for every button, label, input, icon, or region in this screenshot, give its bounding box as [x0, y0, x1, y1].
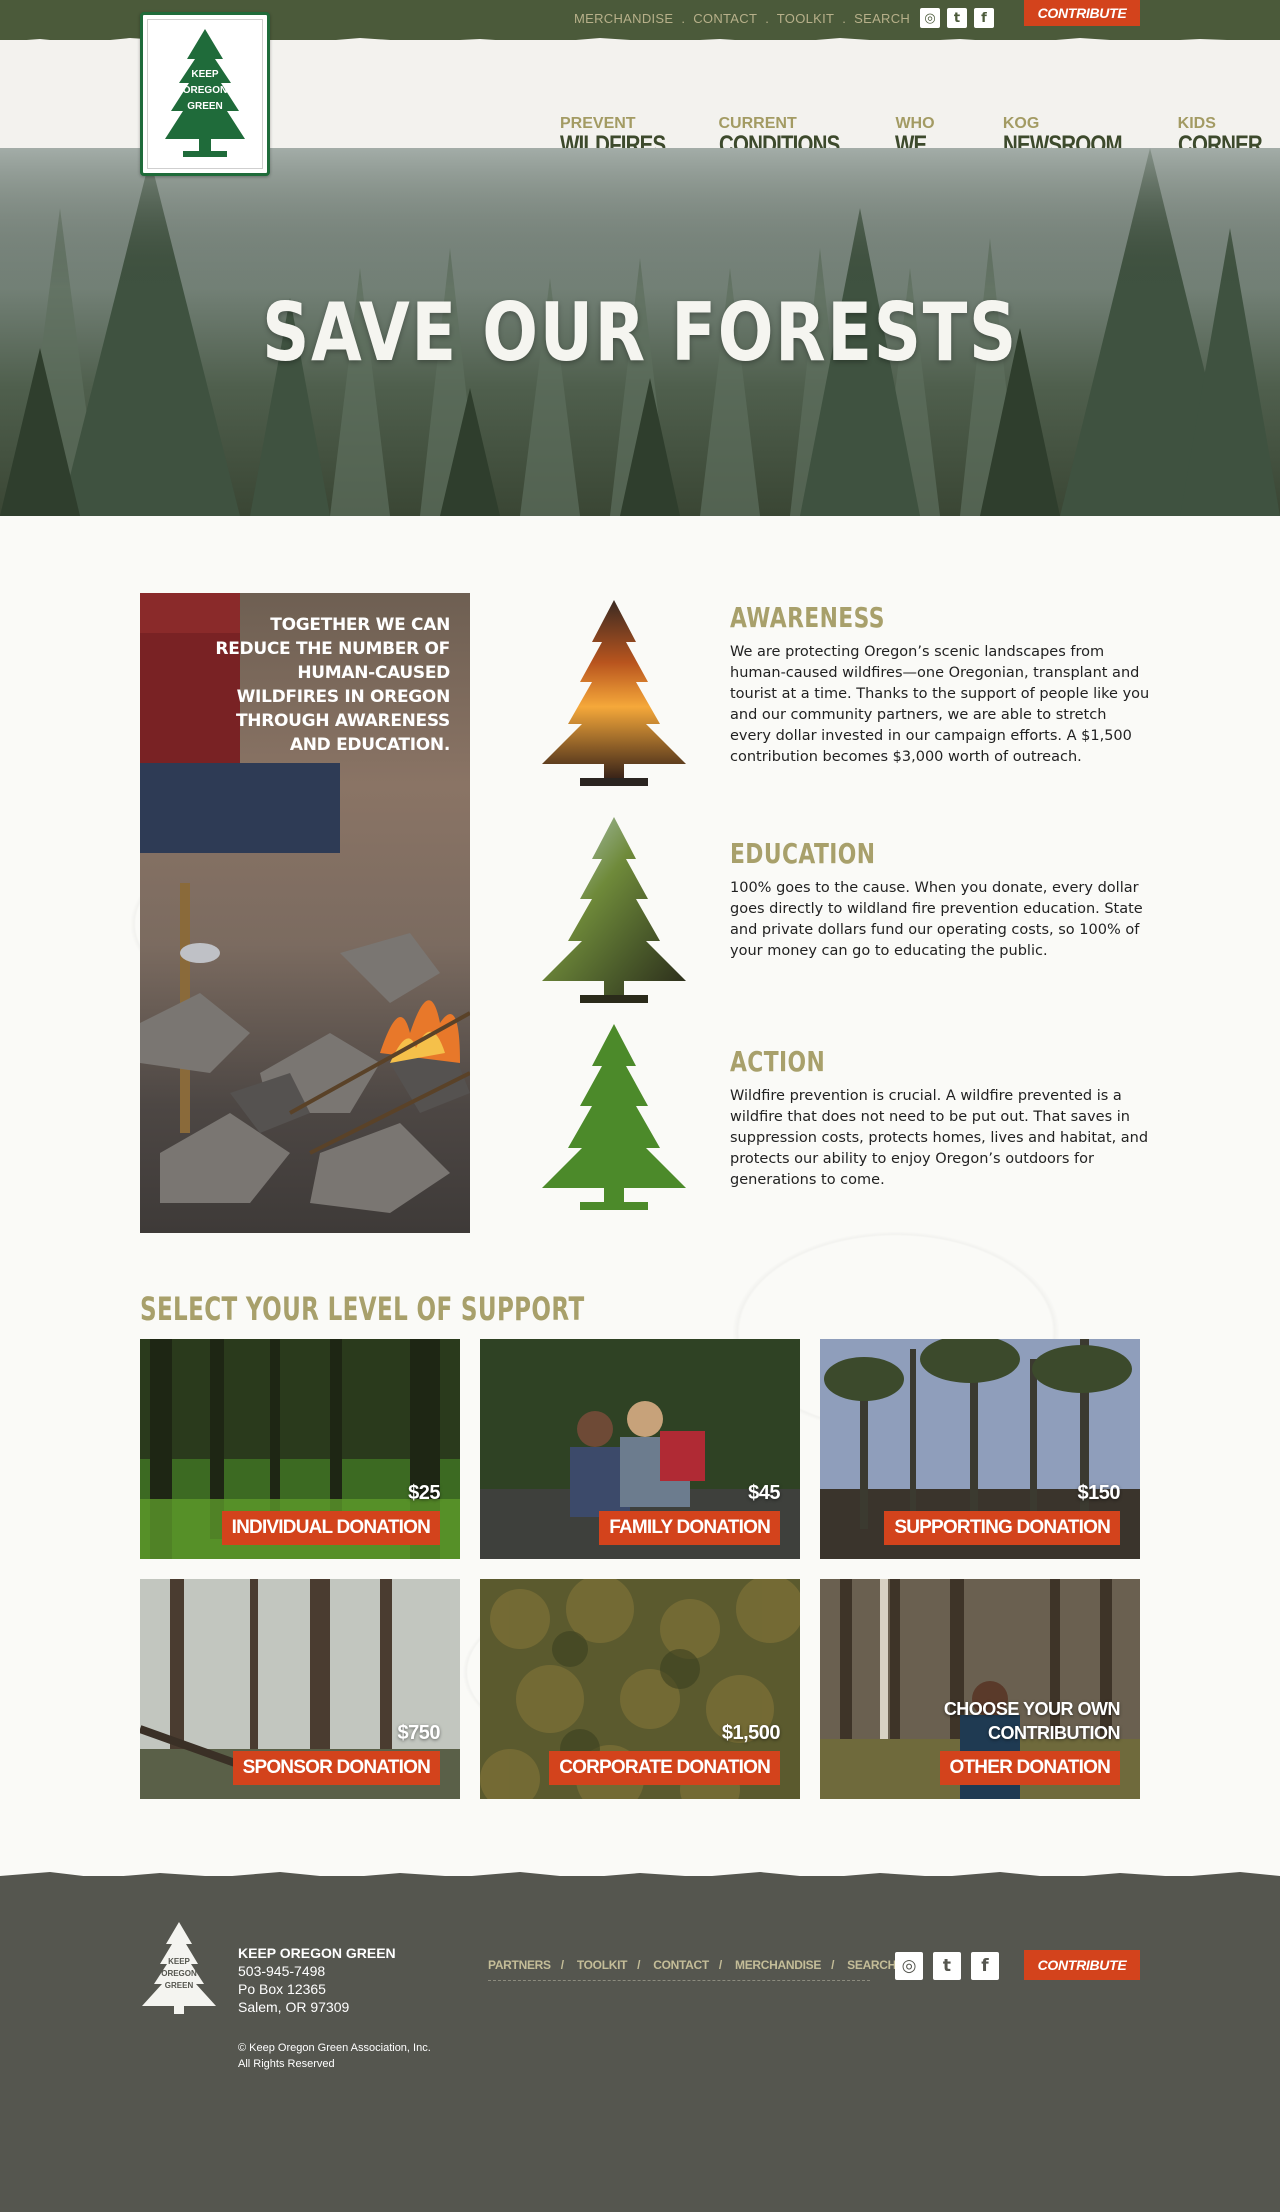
separator: /	[560, 1958, 564, 1972]
donation-tile-other[interactable]: CHOOSE YOUR OWN CONTRIBUTION OTHER DONAT…	[820, 1579, 1140, 1799]
rights-text: All Rights Reserved	[238, 2058, 335, 2070]
torn-edge	[0, 1872, 1280, 1882]
svg-text:KEEP: KEEP	[191, 69, 219, 80]
separator: /	[831, 1958, 835, 1972]
facebook-icon[interactable]: f	[974, 8, 994, 28]
donation-tile-family[interactable]: $45 FAMILY DONATION	[480, 1339, 800, 1559]
footer-contribute-button[interactable]: CONTRIBUTE	[1024, 1950, 1140, 1980]
education-heading: EDUCATION	[730, 837, 876, 870]
donation-amount: $1,500	[721, 1722, 781, 1744]
burning-tree-icon	[542, 600, 686, 786]
footer-link-merchandise[interactable]: MERCHANDISE	[735, 1958, 821, 1972]
other-donation-button[interactable]: OTHER DONATION	[939, 1751, 1120, 1785]
nav-small-label: KOG	[1002, 115, 1040, 132]
footer-phone[interactable]: 503-945-7498	[238, 1962, 396, 1980]
education-text: 100% goes to the cause. When you donate,…	[730, 880, 1143, 959]
donation-amount: $150	[1077, 1482, 1121, 1504]
twitter-icon[interactable]: t	[933, 1952, 961, 1980]
footer-po-box: Po Box 12365	[238, 1981, 326, 1997]
donation-tile-individual[interactable]: $25 INDIVIDUAL DONATION	[140, 1339, 460, 1559]
action-section: ACTION Wildfire prevention is crucial. A…	[730, 1044, 1150, 1191]
awareness-heading: AWARENESS	[730, 601, 885, 634]
footer-social-links: ◎ t f	[895, 1952, 999, 1980]
footer-org-name: KEEP OREGON GREEN	[238, 1945, 396, 1961]
separator: .	[842, 11, 847, 26]
footer-link-search[interactable]: SEARCH	[847, 1958, 896, 1972]
site-logo[interactable]: KEEP OREGON GREEN	[140, 12, 270, 176]
footer-tree-logo-icon: KEEP OREGON GREEN	[142, 1922, 216, 2014]
action-heading: ACTION	[730, 1045, 826, 1078]
donation-tile-sponsor[interactable]: $750 SPONSOR DONATION	[140, 1579, 460, 1799]
hero-title: SAVE OUR FORESTS	[262, 286, 1018, 379]
donation-tile-supporting[interactable]: $150 SUPPORTING DONATION	[820, 1339, 1140, 1559]
footer-copyright: © Keep Oregon Green Association, Inc. Al…	[238, 2040, 431, 2072]
hero-banner: SAVE OUR FORESTS	[0, 148, 1280, 516]
contact-link[interactable]: CONTACT	[693, 11, 757, 26]
twitter-icon[interactable]: t	[947, 8, 967, 28]
sponsor-donation-button[interactable]: SPONSOR DONATION	[232, 1751, 440, 1785]
nav-small-label: WHO	[895, 115, 935, 132]
green-tree-icon	[542, 1024, 686, 1210]
feature-quote: TOGETHER WE CAN REDUCE THE NUMBER OF HUM…	[215, 615, 450, 755]
svg-text:GREEN: GREEN	[165, 1981, 194, 1990]
instagram-icon[interactable]: ◎	[895, 1952, 923, 1980]
separator: .	[765, 11, 770, 26]
awareness-section: AWARENESS We are protecting Oregon’s sce…	[730, 600, 1150, 768]
nav-small-label: PREVENT	[560, 115, 636, 132]
donation-tile-corporate[interactable]: $1,500 CORPORATE DONATION	[480, 1579, 800, 1799]
supporting-donation-button[interactable]: SUPPORTING DONATION	[884, 1511, 1120, 1545]
site-footer: KEEP OREGON GREEN KEEP OREGON GREEN 503-…	[0, 1872, 1280, 2212]
copyright-text: © Keep Oregon Green Association, Inc.	[238, 2042, 431, 2054]
action-text: Wildfire prevention is crucial. A wildfi…	[730, 1088, 1149, 1188]
social-links: ◎ t f	[920, 8, 994, 28]
search-link[interactable]: SEARCH	[854, 11, 910, 26]
separator: .	[681, 11, 686, 26]
separator: /	[637, 1958, 641, 1972]
footer-contact-info: KEEP OREGON GREEN 503-945-7498 Po Box 12…	[238, 1944, 396, 2016]
education-section: EDUCATION 100% goes to the cause. When y…	[730, 836, 1150, 962]
instagram-icon[interactable]: ◎	[920, 8, 940, 28]
footer-link-partners[interactable]: PARTNERS	[488, 1958, 551, 1972]
nav-small-label: CURRENT	[718, 115, 797, 132]
merchandise-link[interactable]: MERCHANDISE	[574, 11, 673, 26]
donation-amount: $45	[748, 1482, 780, 1504]
separator: /	[718, 1958, 722, 1972]
svg-text:OREGON: OREGON	[183, 85, 227, 96]
forest-tree-icon	[542, 817, 686, 1003]
utility-links: MERCHANDISE. CONTACT. TOOLKIT. SEARCH	[574, 11, 914, 26]
toolkit-link[interactable]: TOOLKIT	[777, 11, 834, 26]
nav-small-label: KIDS	[1177, 115, 1216, 132]
family-donation-button[interactable]: FAMILY DONATION	[599, 1511, 780, 1545]
footer-city: Salem, OR 97309	[238, 1999, 350, 2015]
footer-links: PARTNERS / TOOLKIT / CONTACT / MERCHANDISE /…	[488, 1952, 896, 1981]
footer-link-toolkit[interactable]: TOOLKIT	[577, 1958, 628, 1972]
awareness-text: We are protecting Oregon’s scenic landsc…	[730, 644, 1150, 765]
svg-text:KEEP: KEEP	[168, 1957, 190, 1966]
contribute-button[interactable]: CONTRIBUTE	[1024, 0, 1140, 26]
donation-amount: $25	[408, 1482, 440, 1504]
svg-text:OREGON: OREGON	[161, 1969, 197, 1978]
corporate-donation-button[interactable]: CORPORATE DONATION	[549, 1751, 780, 1785]
pine-tree-logo-icon: KEEP OREGON GREEN	[165, 29, 245, 157]
footer-link-contact[interactable]: CONTACT	[653, 1958, 709, 1972]
individual-donation-button[interactable]: INDIVIDUAL DONATION	[221, 1511, 440, 1545]
svg-text:GREEN: GREEN	[187, 101, 223, 112]
choose-contribution-text: CHOOSE YOUR OWN CONTRIBUTION	[943, 1699, 1121, 1743]
support-heading: SELECT YOUR LEVEL OF SUPPORT	[140, 1290, 585, 1328]
donation-amount: $750	[397, 1722, 441, 1744]
campfire-feature-image: TOGETHER WE CAN REDUCE THE NUMBER OF HUM…	[140, 593, 470, 1233]
facebook-icon[interactable]: f	[971, 1952, 999, 1980]
